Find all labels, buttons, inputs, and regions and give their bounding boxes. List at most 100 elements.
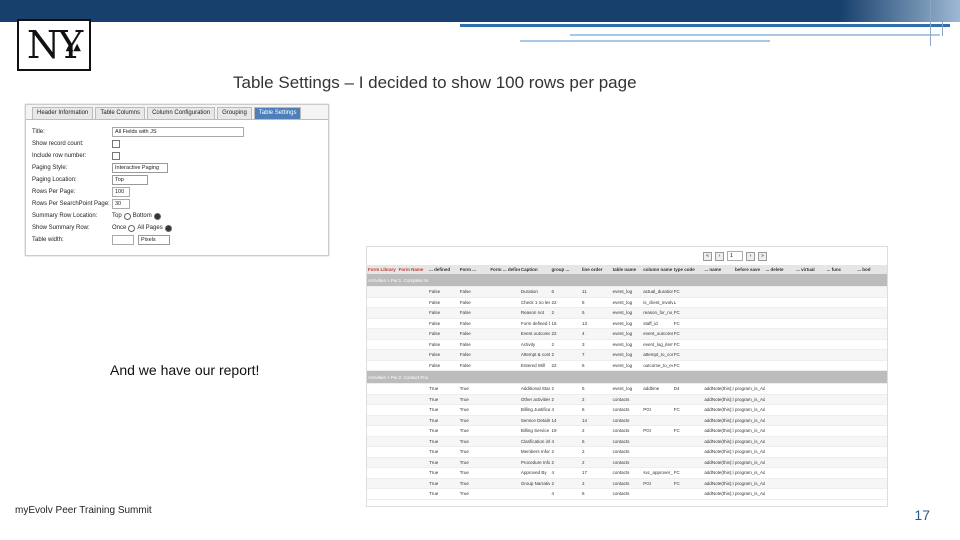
table-cell: True bbox=[458, 383, 490, 395]
tab-table-settings[interactable]: Table Settings bbox=[253, 107, 302, 119]
summary-bottom-label: Bottom bbox=[132, 213, 152, 219]
table-cell bbox=[795, 349, 826, 361]
table-cell bbox=[703, 339, 734, 350]
rows-searchpoint-input[interactable]: 30 bbox=[112, 199, 130, 209]
table-cell: contacts bbox=[611, 404, 643, 416]
table-cell bbox=[489, 318, 520, 329]
column-header[interactable]: column name bbox=[642, 265, 673, 274]
table-cell: program_is_AdmNote(True)Field bbox=[733, 446, 765, 458]
column-header[interactable]: Form ... bbox=[458, 265, 490, 274]
table-cell bbox=[733, 360, 765, 371]
table-cell bbox=[397, 297, 429, 308]
table-cell: FC bbox=[672, 286, 704, 298]
tab-table-columns[interactable]: Table Columns bbox=[95, 107, 146, 119]
table-cell: FC bbox=[672, 318, 704, 329]
column-header[interactable]: Caption bbox=[519, 265, 551, 274]
table-row: TrueTrue Billing Service Details Conclusi… bbox=[367, 425, 887, 437]
column-header[interactable]: group ... bbox=[550, 265, 582, 274]
table-cell bbox=[795, 425, 826, 437]
group-cell bbox=[703, 370, 734, 384]
column-header[interactable]: line order bbox=[581, 265, 612, 274]
column-header[interactable]: Form Name bbox=[397, 265, 429, 274]
column-header[interactable]: Form Library bbox=[367, 265, 398, 274]
rows-per-page-input[interactable]: 100 bbox=[112, 187, 130, 197]
table-cell: True bbox=[428, 436, 459, 447]
summary-all-radio[interactable] bbox=[164, 224, 172, 232]
table-cell bbox=[856, 478, 887, 489]
table-cell bbox=[397, 318, 429, 329]
table-cell: event_log bbox=[611, 318, 643, 329]
table-width-unit-select[interactable]: Pixels bbox=[138, 235, 170, 245]
prev-page-icon[interactable]: ‹ bbox=[715, 251, 724, 261]
next-page-icon[interactable]: › bbox=[746, 251, 755, 261]
table-cell bbox=[642, 488, 673, 500]
table-cell bbox=[397, 436, 429, 447]
table-cell bbox=[733, 339, 765, 350]
table-cell bbox=[489, 404, 520, 416]
paging-location-select[interactable]: Top bbox=[112, 175, 148, 185]
tab-header-information[interactable]: Header Information bbox=[32, 107, 94, 119]
column-header[interactable]: Form ... defined bbox=[489, 265, 520, 274]
title-input[interactable]: All Fields with JS bbox=[112, 127, 244, 137]
table-cell: PGI bbox=[642, 404, 673, 416]
table-cell: 19 bbox=[550, 425, 582, 437]
column-header[interactable]: ... delete bbox=[764, 265, 796, 274]
table-cell bbox=[397, 307, 429, 319]
table-width-input[interactable] bbox=[112, 235, 134, 245]
table-cell bbox=[795, 339, 826, 350]
table-cell bbox=[825, 488, 857, 500]
page-input[interactable]: 1 bbox=[727, 251, 743, 261]
last-page-icon[interactable]: » bbox=[758, 251, 767, 261]
table-cell: 4 bbox=[550, 436, 582, 447]
column-header[interactable]: ... name bbox=[703, 265, 734, 274]
form-row-rows-per-page: Rows Per Page: 100 bbox=[32, 186, 322, 198]
table-cell: 13 bbox=[581, 318, 612, 329]
table-cell bbox=[642, 446, 673, 458]
rows-searchpoint-label: Rows Per SearchPoint Page: bbox=[32, 201, 110, 207]
table-row: TrueTrueProcedure Information22contactsa… bbox=[367, 457, 887, 468]
table-cell bbox=[489, 349, 520, 361]
group-cell bbox=[550, 370, 582, 384]
table-cell bbox=[795, 307, 826, 319]
table-cell bbox=[764, 488, 796, 500]
table-cell: PGI bbox=[642, 425, 673, 437]
table-row: True True Group Narrative 2 2 contacts PGI FC ad… bbox=[367, 478, 887, 489]
form-row-show-summary: Show Summary Row: Once All Pages bbox=[32, 222, 322, 234]
paging-style-select[interactable]: Interactive Paging bbox=[112, 163, 168, 173]
table-cell: addNote(this);if(s.Form) bbox=[703, 436, 734, 447]
column-header[interactable]: ... func bbox=[825, 265, 857, 274]
table-cell: Entered Will bbox=[519, 360, 551, 371]
record-count-checkbox[interactable] bbox=[112, 140, 120, 148]
rows-per-page-label: Rows Per Page: bbox=[32, 189, 76, 195]
report-pager: « ‹ 1 › » bbox=[367, 247, 887, 265]
table-cell bbox=[795, 488, 826, 500]
table-cell bbox=[397, 446, 429, 458]
column-header[interactable]: table name bbox=[611, 265, 643, 274]
table-cell: 5 bbox=[581, 307, 612, 319]
column-header[interactable]: ... defined bbox=[428, 265, 459, 274]
column-header[interactable]: ... virtual bbox=[795, 265, 826, 274]
tab-grouping[interactable]: Grouping bbox=[217, 107, 252, 119]
table-cell bbox=[733, 297, 765, 308]
summary-once-radio[interactable] bbox=[128, 224, 136, 232]
table-cell: addNote(this);if(s.Form) bbox=[703, 446, 734, 458]
summary-top-radio[interactable] bbox=[123, 212, 131, 220]
table-cell bbox=[703, 328, 734, 340]
table-cell: 15 bbox=[550, 318, 582, 329]
table-cell bbox=[703, 297, 734, 308]
table-cell: staff_id bbox=[642, 318, 673, 329]
tab-column-configuration[interactable]: Column Configuration bbox=[147, 107, 216, 119]
summary-bottom-radio[interactable] bbox=[153, 212, 161, 220]
table-cell bbox=[367, 318, 398, 329]
table-cell: 2 bbox=[581, 446, 612, 458]
report-header-row: Form Library Form Name... defined Form ...… bbox=[367, 265, 887, 274]
table-cell: False bbox=[458, 339, 490, 350]
column-header[interactable]: ... bod bbox=[856, 265, 887, 274]
table-cell bbox=[642, 394, 673, 405]
row-number-checkbox[interactable] bbox=[112, 152, 120, 160]
column-header[interactable]: before save bbox=[733, 265, 765, 274]
first-page-icon[interactable]: « bbox=[703, 251, 712, 261]
table-cell: True bbox=[428, 415, 459, 426]
table-cell: event_log_item_id bbox=[642, 339, 673, 350]
column-header[interactable]: type code bbox=[672, 265, 704, 274]
